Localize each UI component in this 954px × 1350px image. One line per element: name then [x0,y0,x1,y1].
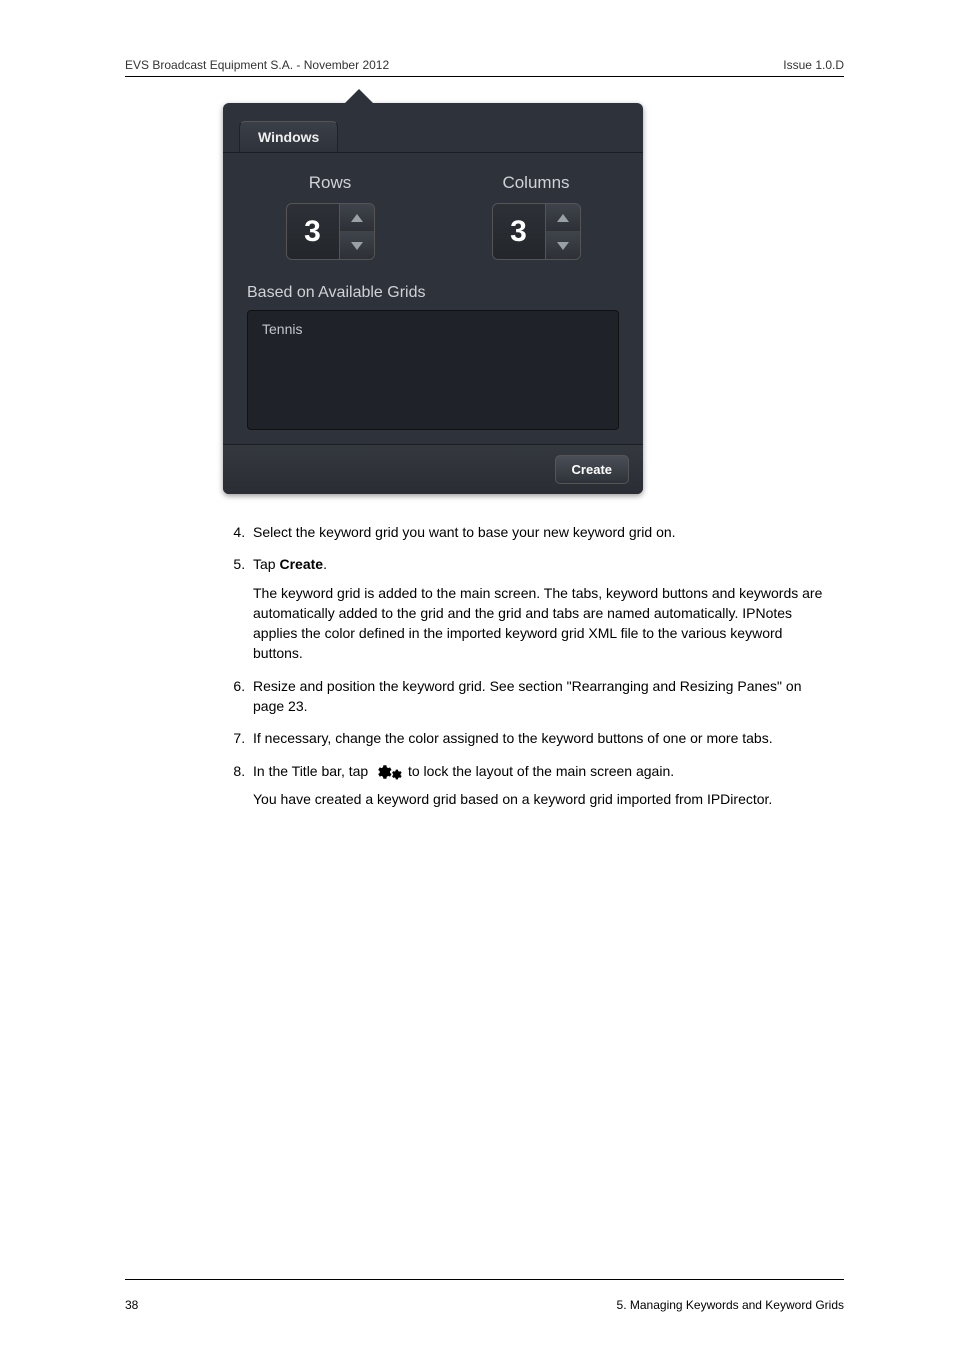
step-5: Tap Create. The keyword grid is added to… [249,554,823,663]
list-item[interactable]: Tennis [262,321,604,337]
section-title: 5. Managing Keywords and Keyword Grids [617,1298,844,1312]
steps-list: Select the keyword grid you want to base… [223,522,823,810]
header-rule [125,76,844,77]
step-6: Resize and position the keyword grid. Se… [249,676,823,717]
step-para: The keyword grid is added to the main sc… [253,583,823,664]
rows-decrement-button[interactable] [340,231,374,259]
create-button[interactable]: Create [555,455,629,484]
triangle-up-icon [557,214,569,222]
step-bold: Create [279,556,323,572]
page-header: EVS Broadcast Equipment S.A. - November … [125,58,844,72]
rows-label: Rows [247,173,413,193]
popover-arrow-icon [343,89,375,105]
rows-value: 3 [287,204,339,259]
header-left: EVS Broadcast Equipment S.A. - November … [125,58,389,72]
columns-value: 3 [493,204,545,259]
columns-decrement-button[interactable] [546,231,580,259]
rows-stepper[interactable]: 3 [286,203,375,260]
step-prefix: In the Title bar, tap [253,763,372,779]
step-text: If necessary, change the color assigned … [253,730,773,746]
step-para: You have created a keyword grid based on… [253,789,823,809]
tab-windows[interactable]: Windows [239,121,338,152]
popover-window: Windows Rows 3 [223,103,643,494]
rows-increment-button[interactable] [340,204,374,231]
step-text: Resize and position the keyword grid. Se… [253,678,801,714]
page-footer: 38 5. Managing Keywords and Keyword Grid… [125,1298,844,1312]
step-text: Select the keyword grid you want to base… [253,524,676,540]
step-4: Select the keyword grid you want to base… [249,522,823,542]
gear-icon [374,762,402,781]
triangle-down-icon [557,242,569,250]
step-8: In the Title bar, tap to lock the layout… [249,761,823,810]
header-right: Issue 1.0.D [783,58,844,72]
step-suffix: to lock the layout of the main screen ag… [404,763,674,779]
triangle-up-icon [351,214,363,222]
columns-group: Columns 3 [453,173,619,260]
available-grids-label: Based on Available Grids [247,284,619,302]
rows-group: Rows 3 [247,173,413,260]
footer-rule [125,1279,844,1280]
step-suffix: . [323,556,327,572]
columns-stepper[interactable]: 3 [492,203,581,260]
step-7: If necessary, change the color assigned … [249,728,823,748]
tab-label: Windows [258,129,319,145]
step-prefix: Tap [253,556,279,572]
available-grids-list[interactable]: Tennis [247,310,619,430]
create-button-label: Create [572,462,612,477]
triangle-down-icon [351,242,363,250]
columns-increment-button[interactable] [546,204,580,231]
columns-label: Columns [453,173,619,193]
page-number: 38 [125,1298,138,1312]
